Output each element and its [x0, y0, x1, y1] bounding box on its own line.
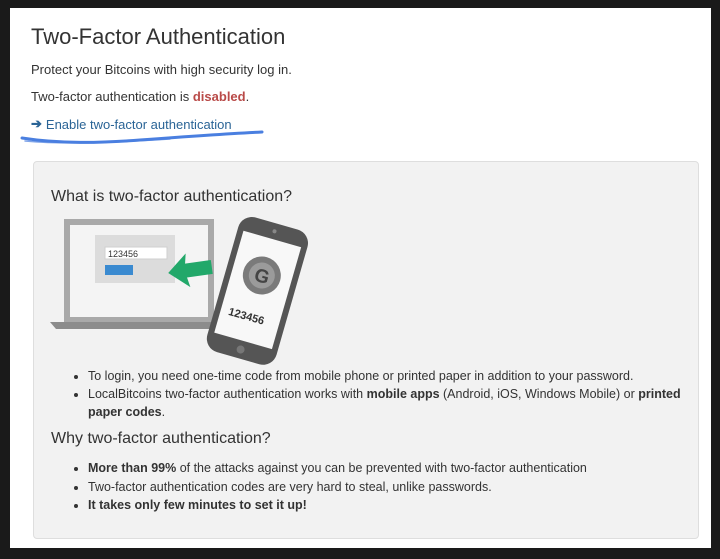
why-2fa-heading: Why two-factor authentication?: [51, 430, 271, 447]
status-suffix: .: [245, 89, 250, 104]
phone-illustration: G 123456: [206, 216, 309, 365]
2fa-illustration: 123456 G 123456: [50, 216, 309, 365]
status-prefix: Two-factor authentication is: [31, 89, 193, 104]
laptop-code: 123456: [108, 249, 138, 259]
list-item: To login, you need one-time code from mo…: [88, 367, 708, 385]
annotation-scribble: [20, 130, 264, 144]
why-2fa-list: More than 99% of the attacks against you…: [70, 459, 708, 515]
what-is-2fa-list: To login, you need one-time code from mo…: [70, 367, 708, 421]
page-subtitle: Protect your Bitcoins with high security…: [31, 62, 292, 77]
list-item: Two-factor authentication codes are very…: [88, 478, 708, 497]
list-item: LocalBitcoins two-factor authentication …: [88, 385, 708, 421]
status-line: Two-factor authentication is disabled.: [31, 89, 249, 104]
info-panel: What is two-factor authentication? 12345…: [33, 161, 699, 539]
page-title: Two-Factor Authentication: [31, 24, 286, 49]
what-is-2fa-heading: What is two-factor authentication?: [51, 188, 293, 205]
page-frame: Two-Factor Authentication Protect your B…: [10, 8, 711, 548]
list-item: More than 99% of the attacks against you…: [88, 459, 708, 478]
status-badge: disabled: [192, 89, 246, 104]
list-item: It takes only few minutes to set it up!: [88, 496, 708, 515]
